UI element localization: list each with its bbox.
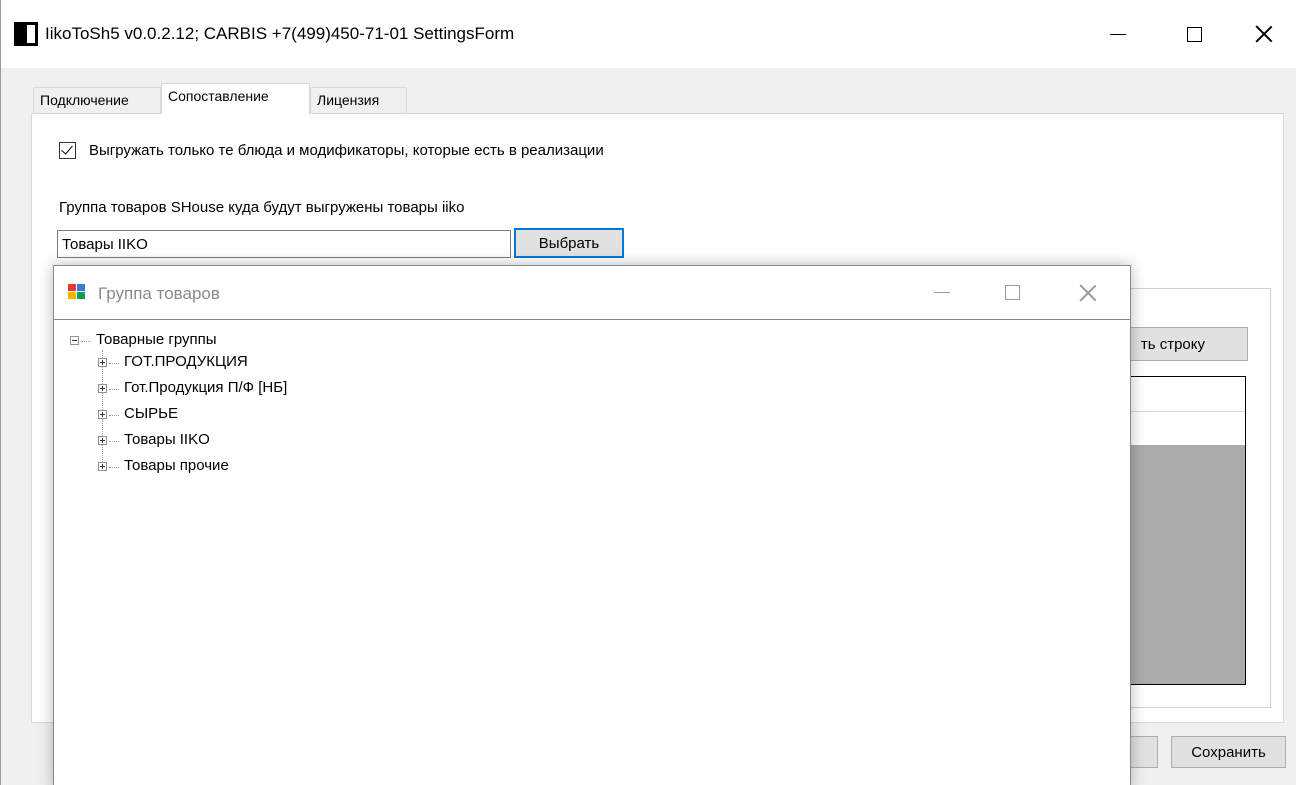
dialog-minimize-button[interactable]	[912, 266, 972, 319]
expand-icon[interactable]	[98, 358, 107, 367]
window-title: IikoToSh5 v0.0.2.12; CARBIS +7(499)450-7…	[45, 24, 515, 43]
tree-node[interactable]: Товары IIKO	[124, 430, 210, 450]
export-only-sold-checkbox[interactable]	[59, 142, 76, 159]
tab-connection[interactable]: Подключение	[33, 87, 161, 113]
collapse-icon[interactable]	[70, 336, 79, 345]
product-group-label: Группа товаров SHouse куда будут выгруже…	[59, 199, 465, 216]
expand-icon[interactable]	[98, 384, 107, 393]
app-icon	[14, 22, 38, 46]
product-group-tree[interactable]: Товарные группы ГОТ.ПРОДУКЦИЯ Гот.Продук…	[54, 319, 1130, 785]
save-button[interactable]: Сохранить	[1171, 736, 1286, 768]
tree-node[interactable]: СЫРЬЕ	[124, 404, 178, 424]
close-icon	[1255, 25, 1273, 43]
maximize-icon	[1004, 285, 1020, 300]
select-button[interactable]: Выбрать	[514, 228, 624, 258]
minimize-icon	[934, 292, 950, 293]
expand-icon[interactable]	[98, 436, 107, 445]
expand-icon[interactable]	[98, 410, 107, 419]
dialog-title-bar[interactable]: Группа товаров	[54, 266, 1130, 319]
maximize-button[interactable]	[1161, 0, 1227, 68]
tree-node[interactable]: Гот.Продукция П/Ф [НБ]	[124, 378, 287, 398]
dialog-maximize-button[interactable]	[982, 266, 1042, 319]
product-group-input[interactable]	[57, 230, 511, 258]
window-icon	[68, 284, 86, 301]
dialog-close-button[interactable]	[1058, 266, 1118, 319]
maximize-icon	[1186, 26, 1202, 42]
dialog-title: Группа товаров	[98, 284, 220, 303]
close-icon	[1079, 284, 1097, 302]
minimize-button[interactable]	[1085, 0, 1151, 68]
product-group-dialog: Группа товаров Товарные группы ГОТ.ПРОДУ…	[53, 265, 1131, 785]
close-button[interactable]	[1231, 0, 1296, 68]
title-bar[interactable]: IikoToSh5 v0.0.2.12; CARBIS +7(499)450-7…	[1, 0, 1296, 68]
tree-node-root[interactable]: Товарные группы	[96, 330, 217, 350]
checkmark-icon	[61, 142, 73, 155]
expand-icon[interactable]	[98, 462, 107, 471]
minimize-icon	[1110, 33, 1126, 35]
tab-license[interactable]: Лицензия	[310, 87, 407, 113]
tab-mapping[interactable]: Сопоставление	[161, 83, 310, 114]
tree-node[interactable]: ГОТ.ПРОДУКЦИЯ	[124, 352, 248, 372]
export-only-sold-label: Выгружать только те блюда и модификаторы…	[89, 142, 604, 159]
tree-node[interactable]: Товары прочие	[124, 456, 229, 476]
